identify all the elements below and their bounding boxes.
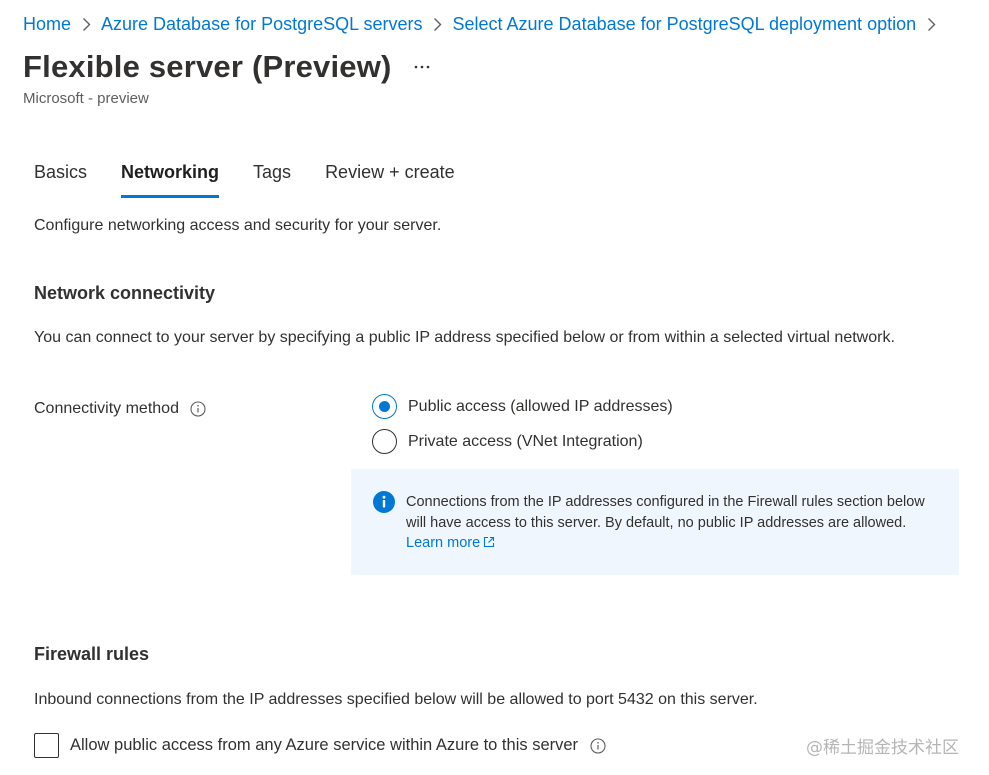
chevron-right-icon bbox=[916, 14, 946, 34]
azure-services-checkbox[interactable] bbox=[34, 733, 59, 758]
radio-public-access-label: Public access (allowed IP addresses) bbox=[408, 397, 673, 415]
tab-tags[interactable]: Tags bbox=[253, 162, 291, 198]
azure-services-checkbox-label[interactable]: Allow public access from any Azure servi… bbox=[70, 736, 578, 755]
networking-description: Configure networking access and security… bbox=[34, 217, 442, 234]
breadcrumb-home[interactable]: Home bbox=[23, 14, 71, 35]
info-box-message: Connections from the IP addresses config… bbox=[406, 494, 925, 531]
breadcrumb-deployment-option[interactable]: Select Azure Database for PostgreSQL dep… bbox=[453, 14, 917, 35]
chevron-right-icon bbox=[71, 14, 101, 34]
firewall-rules-heading: Firewall rules bbox=[34, 644, 150, 664]
firewall-rules-text: Inbound connections from the IP addresse… bbox=[34, 691, 758, 708]
chevron-right-icon bbox=[423, 14, 453, 34]
azure-services-checkbox-row: Allow public access from any Azure servi… bbox=[34, 733, 606, 758]
radio-public-access[interactable]: Public access (allowed IP addresses) bbox=[372, 394, 673, 419]
learn-more-link-text: Learn more bbox=[406, 535, 481, 551]
info-icon[interactable] bbox=[590, 737, 606, 754]
more-options-button[interactable] bbox=[410, 55, 434, 79]
info-icon[interactable] bbox=[190, 401, 206, 417]
tab-review-create[interactable]: Review + create bbox=[325, 162, 455, 198]
tab-bar: Basics Networking Tags Review + create bbox=[34, 162, 455, 198]
radio-public-access-circle[interactable] bbox=[372, 394, 397, 419]
radio-private-access-circle[interactable] bbox=[372, 429, 397, 454]
page-subtitle: Microsoft - preview bbox=[23, 90, 149, 107]
info-box-text: Connections from the IP addresses config… bbox=[406, 492, 941, 554]
external-link-icon bbox=[484, 536, 495, 548]
learn-more-link[interactable]: Learn more bbox=[406, 535, 495, 551]
tab-basics[interactable]: Basics bbox=[34, 162, 87, 198]
more-ellipsis-icon bbox=[414, 65, 430, 69]
breadcrumb-postgresql-servers[interactable]: Azure Database for PostgreSQL servers bbox=[101, 14, 422, 35]
info-box: Connections from the IP addresses config… bbox=[351, 469, 959, 575]
connectivity-method-label: Connectivity method bbox=[34, 400, 206, 418]
network-connectivity-text: You can connect to your server by specif… bbox=[34, 329, 895, 346]
radio-private-access-label: Private access (VNet Integration) bbox=[408, 432, 643, 450]
tab-networking[interactable]: Networking bbox=[121, 162, 220, 198]
page-title: Flexible server (Preview) bbox=[23, 49, 392, 84]
info-filled-icon bbox=[373, 491, 395, 518]
radio-private-access[interactable]: Private access (VNet Integration) bbox=[372, 429, 643, 454]
watermark: @稀土掘金技术社区 bbox=[806, 738, 959, 758]
network-connectivity-heading: Network connectivity bbox=[34, 283, 216, 303]
connectivity-method-label-text: Connectivity method bbox=[34, 400, 179, 417]
breadcrumb: Home Azure Database for PostgreSQL serve… bbox=[23, 12, 946, 36]
